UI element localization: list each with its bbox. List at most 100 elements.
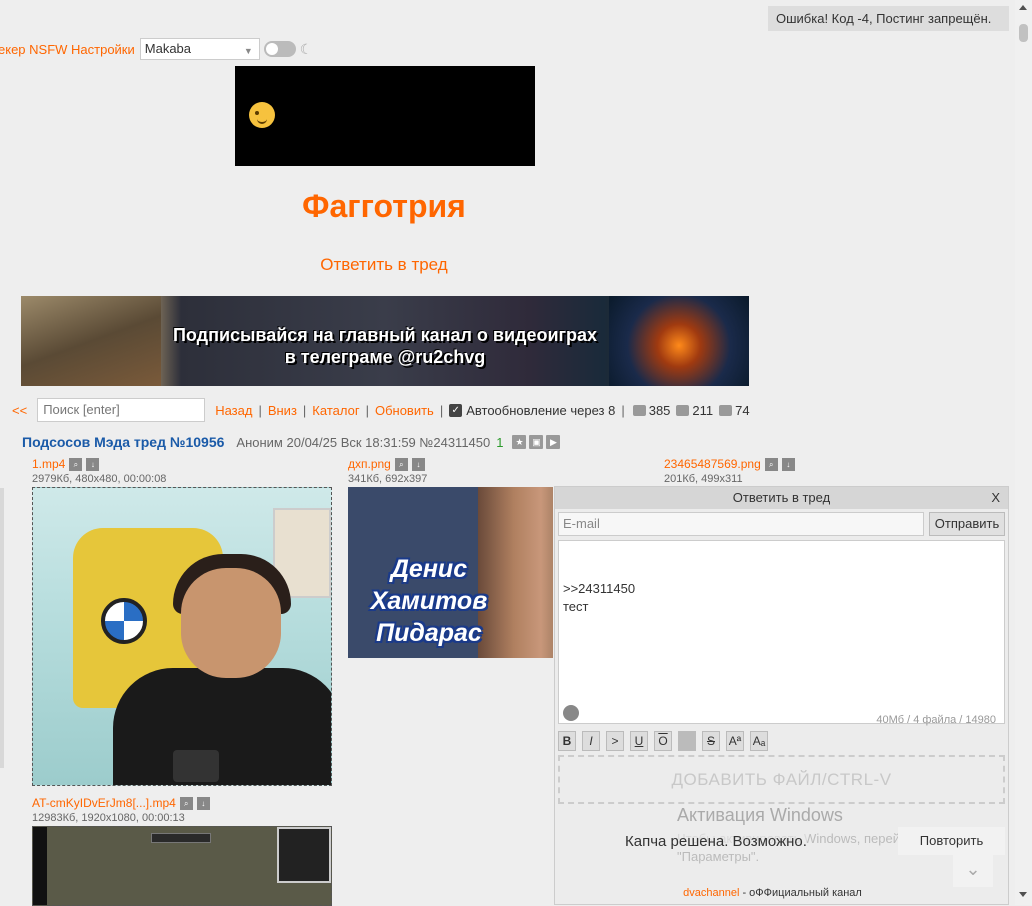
users-icon [719, 404, 733, 416]
users-count: 74 [735, 402, 750, 418]
page-scrollbar[interactable] [1015, 0, 1032, 905]
separator: | [439, 402, 444, 418]
game-hud-bar [151, 833, 211, 843]
thumbnail-caption: Денис Хамитов Пидарас [370, 555, 488, 647]
scroll-up-arrow-icon[interactable] [1019, 5, 1027, 10]
style-select[interactable]: Makaba ▼ [139, 38, 260, 60]
file-meta: 12983Кб, 1920x1080, 00:00:13 [32, 812, 185, 824]
chevron-down-icon: ▼ [243, 46, 253, 56]
bold-button[interactable]: B [558, 731, 576, 751]
file-link[interactable]: AT-cmKyIDvErJm8[...].mp4 [32, 796, 176, 810]
promo-line-1: Подписывайся на главный канал о видеоигр… [172, 325, 598, 345]
post-number[interactable]: №24311450 [419, 435, 490, 450]
scroll-down-arrow-icon[interactable] [1019, 892, 1027, 897]
windows-activation-title: Активация Windows [677, 805, 843, 825]
file-link[interactable]: дхп.png [348, 457, 391, 471]
separator: | [258, 402, 262, 418]
file-info-2: дхп.png ⌕ ↓ 341Кб, 692x397 [348, 457, 427, 485]
image-thumbnail-2[interactable]: Денис Хамитов Пидарас [348, 487, 553, 658]
channel-line: dvachannel - оФФициальный канал [555, 887, 990, 899]
posts-count: 385 [648, 402, 671, 418]
subscript-button[interactable]: Aₐ [750, 731, 768, 751]
file-meta: 341Кб, 692x397 [348, 473, 428, 485]
video-thumbnail-1[interactable] [32, 487, 332, 786]
file-info-4: AT-cmKyIDvErJm8[...].mp4 ⌕ ↓ 12983Кб, 1920… [32, 796, 210, 824]
reply-form-header[interactable]: Ответить в тред X [555, 487, 1008, 509]
top-banner-image[interactable] [235, 66, 535, 166]
person-body [113, 668, 331, 785]
dark-mode-toggle[interactable] [263, 41, 296, 57]
play-icon[interactable]: ▶ [546, 435, 561, 449]
file-info-1: 1.mp4 ⌕ ↓ 2979Кб, 480x480, 00:00:08 [32, 457, 166, 485]
strike-button[interactable]: S [702, 731, 720, 751]
promo-line-2: в телеграме @ru2chvg [284, 347, 486, 367]
search-image-icon[interactable]: ⌕ [394, 457, 408, 471]
file-link[interactable]: 1.mp4 [32, 457, 65, 471]
expand-icon[interactable]: ▣ [529, 435, 544, 449]
star-icon[interactable]: ★ [512, 435, 527, 449]
underline-button[interactable]: U [630, 731, 648, 751]
post-index: 1 [496, 434, 504, 450]
phone [173, 750, 219, 782]
channel-suffix: - оФФициальный канал [739, 887, 862, 899]
images-icon [676, 404, 690, 416]
nav-link-refresh[interactable]: Обновить [375, 403, 434, 418]
file-meta: 201Кб, 499x311 [664, 473, 743, 485]
reply-in-thread-link[interactable]: Ответить в тред [0, 255, 768, 275]
promo-banner[interactable]: Подписывайся на главный канал о видеоигр… [21, 296, 749, 386]
format-toolbar: B I > U O S Aª Aₐ [558, 731, 774, 751]
spoiler-button[interactable] [678, 731, 696, 751]
promo-text: Подписывайся на главный канал о видеоигр… [161, 324, 609, 368]
settings-links[interactable]: екер NSFW Настройки [0, 42, 135, 57]
email-row: E-mail Отправить [558, 512, 1005, 536]
back-link[interactable]: << [12, 403, 27, 418]
superscript-button[interactable]: Aª [726, 731, 744, 751]
post-author: Аноним [236, 434, 283, 450]
scroll-thumb[interactable] [1019, 24, 1028, 42]
send-button[interactable]: Отправить [929, 512, 1005, 536]
quote-button[interactable]: > [606, 731, 624, 751]
search-image-icon[interactable]: ⌕ [69, 457, 83, 471]
video-thumbnail-4[interactable] [32, 826, 332, 906]
download-icon[interactable]: ↓ [781, 457, 795, 471]
download-icon[interactable]: ↓ [196, 796, 210, 810]
wink-emoji-icon [249, 102, 275, 128]
email-field[interactable]: E-mail [558, 512, 924, 536]
nav-link-catalog[interactable]: Каталог [312, 403, 359, 418]
chevron-down-icon[interactable]: ⌄ [953, 851, 993, 887]
file-link[interactable]: 23465487569.png [664, 457, 761, 471]
message-textarea[interactable]: >>24311450 тест 40Мб / 4 файла / 14980 [558, 540, 1005, 726]
webcam-overlay [277, 827, 331, 883]
post-meta: Аноним 20/04/25 Вск 18:31:59 №24311450 [236, 435, 490, 450]
reply-form-title: Ответить в тред [732, 490, 831, 505]
separator: | [621, 402, 625, 418]
add-file-dropzone[interactable]: ДОБАВИТЬ ФАЙЛ/CTRL-V [558, 755, 1005, 804]
file-meta: 2979Кб, 480x480, 00:00:08 [32, 473, 167, 485]
message-text: >>24311450 тест [563, 581, 636, 614]
nav-link-back[interactable]: Назад [215, 403, 252, 418]
reply-form: Ответить в тред X E-mail Отправить >>243… [554, 486, 1009, 905]
thread-nav-bar: << Поиск [enter] Назад | Вниз | Каталог … [12, 398, 750, 422]
auto-update-label: Автообновление через 8 [466, 402, 616, 418]
file-info-3: 23465487569.png ⌕ ↓ 201Кб, 499x311 [664, 457, 795, 485]
person-head [181, 568, 281, 678]
images-count: 211 [692, 402, 714, 418]
close-button[interactable]: X [991, 487, 1000, 509]
bmw-logo-icon [101, 598, 147, 644]
search-image-icon[interactable]: ⌕ [179, 796, 193, 810]
thread-title[interactable]: Подсосов Мэда тред №10956 [22, 434, 224, 450]
paint-icon[interactable] [563, 705, 579, 721]
search-image-icon[interactable]: ⌕ [764, 457, 778, 471]
top-bar: екер NSFW Настройки Makaba ▼ ☾ [0, 38, 312, 60]
post-datetime: 20/04/25 Вск 18:31:59 [286, 434, 416, 450]
channel-link[interactable]: dvachannel [683, 887, 739, 899]
download-icon[interactable]: ↓ [86, 457, 100, 471]
auto-update-checkbox[interactable]: ✓ [449, 403, 463, 417]
separator: | [365, 402, 369, 418]
overline-button[interactable]: O [654, 731, 672, 751]
fire-artwork [609, 296, 749, 386]
search-input[interactable]: Поиск [enter] [37, 398, 206, 422]
download-icon[interactable]: ↓ [411, 457, 425, 471]
nav-link-down[interactable]: Вниз [268, 403, 297, 418]
italic-button[interactable]: I [582, 731, 600, 751]
